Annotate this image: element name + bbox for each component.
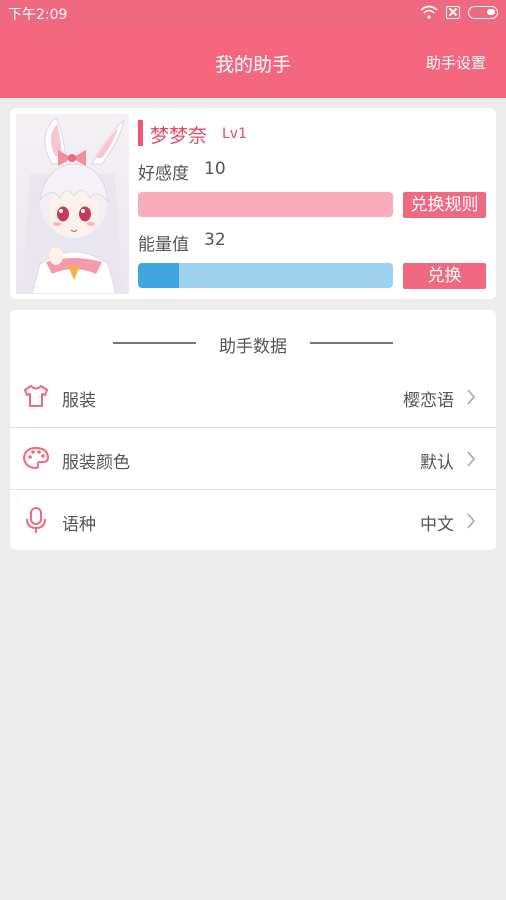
exchange-rules-button[interactable]: 兑换规则: [403, 192, 486, 218]
row-label-clothing: 服装: [62, 391, 96, 411]
favor-label: 好感度: [138, 164, 189, 184]
row-clothing-color[interactable]: 服装颜色 默认: [10, 428, 496, 490]
character-portrait-icon: [22, 117, 125, 294]
chevron-right-icon: [467, 451, 476, 467]
energy-progress-fill: [138, 263, 179, 288]
exchange-button[interactable]: 兑换: [403, 263, 486, 289]
favor-value: 10: [204, 159, 226, 179]
section-divider-right: [310, 342, 393, 344]
palette-icon: [22, 446, 50, 470]
row-value-language: 中文: [420, 515, 454, 535]
sim-icon: [446, 5, 460, 19]
status-icons: [420, 5, 498, 19]
row-value-clothing-color: 默认: [420, 453, 454, 473]
section-header: 助手数据: [10, 310, 496, 370]
microphone-icon: [26, 507, 46, 533]
wifi-icon: [420, 5, 438, 19]
row-language[interactable]: 语种 中文: [10, 490, 496, 552]
row-label-clothing-color: 服装颜色: [62, 453, 130, 473]
favor-progress-bar: [138, 192, 393, 217]
status-time: 下午2:09: [8, 7, 68, 23]
assistant-settings-button[interactable]: 助手设置: [426, 52, 486, 73]
row-label-language: 语种: [62, 515, 96, 535]
energy-label: 能量值: [138, 235, 189, 255]
avatar[interactable]: [16, 114, 129, 294]
clothing-icon: [24, 385, 48, 407]
row-value-clothing: 樱恋语: [403, 391, 454, 411]
row-clothing[interactable]: 服装 樱恋语: [10, 366, 496, 428]
chevron-right-icon: [467, 389, 476, 405]
energy-value: 32: [204, 230, 226, 250]
assistant-data-card: 助手数据 服装 樱恋语 服装颜色 默认 语种 中文: [10, 310, 496, 550]
character-level: Lv1: [222, 126, 247, 142]
profile-card: 梦梦奈 Lv1 好感度 10 兑换规则 能量值 32 兑换: [10, 108, 496, 299]
app-bar: 我的助手 助手设置: [0, 26, 506, 98]
character-name: 梦梦奈: [150, 125, 208, 147]
status-bar: 下午2:09: [0, 0, 506, 26]
battery-icon: [468, 5, 498, 19]
energy-progress-bar: [138, 263, 393, 288]
section-title: 助手数据: [219, 337, 287, 357]
chevron-right-icon: [467, 513, 476, 529]
name-accent-bar: [138, 120, 143, 146]
